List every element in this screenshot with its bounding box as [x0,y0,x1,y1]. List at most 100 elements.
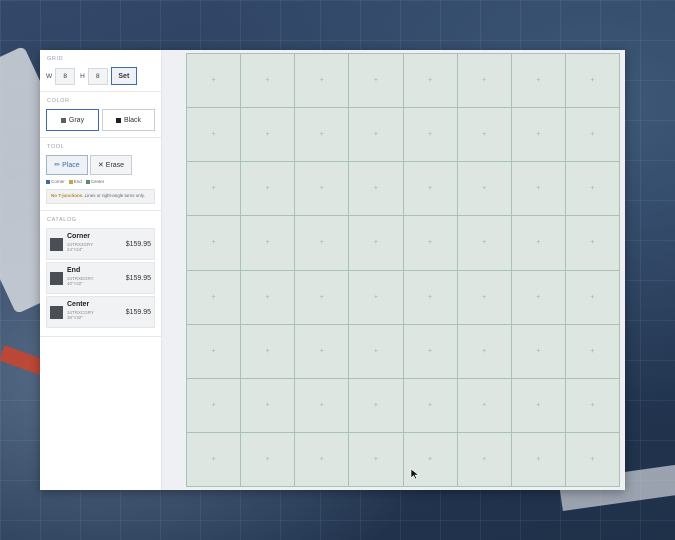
catalog-item-size: 36"×32" [67,314,83,320]
grid-cell[interactable]: + [565,432,619,486]
grid-cell[interactable]: + [295,54,349,108]
grid-cell[interactable]: + [457,54,511,108]
grid-cell[interactable]: + [295,162,349,216]
grid-cell[interactable]: + [349,432,403,486]
grid-cell[interactable]: + [457,270,511,324]
grid-cell[interactable]: + [295,432,349,486]
black-color-label: Black [123,116,142,124]
grid-cell[interactable]: + [565,270,619,324]
grid-cell[interactable]: + [187,378,241,432]
grid-cell[interactable]: + [187,432,241,486]
grid-cell[interactable]: + [511,432,565,486]
grid-cell[interactable]: + [187,270,241,324]
catalog-section-title: CATALOG [47,216,77,223]
grid-cell[interactable]: + [457,324,511,378]
grid-cell[interactable]: + [295,324,349,378]
grid-cell[interactable]: + [511,54,565,108]
corner-thumbnail [50,237,63,251]
grid-cell[interactable]: + [403,108,457,162]
catalog-item-sku: 34TRX2GRY [67,241,94,247]
catalog-item-sku: 34TRXCGRY [67,309,94,315]
grid-cell[interactable]: + [565,162,619,216]
grid-cell[interactable]: + [511,216,565,270]
grid-cell[interactable]: + [457,432,511,486]
grid-cell[interactable]: + [403,54,457,108]
grid-cell[interactable]: + [241,324,295,378]
legend-end: End [68,179,82,184]
piece-legend: Corner End Center [46,179,155,184]
grid-cell[interactable]: + [403,162,457,216]
grid-cell[interactable]: + [187,324,241,378]
catalog-item-sku: 34TRXEGRY [67,275,94,281]
black-swatch-icon [115,117,121,123]
set-button[interactable]: Set [110,67,137,85]
grid-cell[interactable]: + [241,54,295,108]
grid-cell[interactable]: + [187,162,241,216]
black-color-button[interactable]: Black [102,109,155,131]
grid-cell[interactable]: + [457,216,511,270]
layout-board[interactable]: + + + + + + + + + + + + + + + + + + + + + + + + + + + + + + + + + + + + + + + +… [186,53,620,487]
grid-cell[interactable]: + [241,108,295,162]
grid-cell[interactable]: + [511,108,565,162]
grid-cell[interactable]: + [295,108,349,162]
grid-cell[interactable]: + [511,324,565,378]
grid-cell[interactable]: + [403,324,457,378]
grid-cell[interactable]: + [565,108,619,162]
grid-cell[interactable]: + [187,108,241,162]
grid-cell[interactable]: + [187,216,241,270]
rule-note-text: Lines or right-angle turns only. [83,193,145,198]
legend-corner: Corner [46,179,65,184]
place-tool-button[interactable]: ✏ Place [46,155,88,175]
end-thumbnail [50,271,63,285]
rule-note-bold: No T-junctions. [51,193,84,198]
width-input[interactable]: 8 [55,67,76,85]
catalog-item-price: $159.95 [125,274,151,282]
grid-cell[interactable]: + [349,54,403,108]
center-thumbnail [50,305,63,319]
grid-cell[interactable]: + [349,162,403,216]
grid-section: GRID W 8 H 8 Set [40,50,161,92]
grid-cell[interactable]: + [241,270,295,324]
grid-cell[interactable]: + [241,216,295,270]
height-label: H [80,72,85,80]
grid-cell[interactable]: + [241,432,295,486]
grid-cell[interactable]: + [349,378,403,432]
sidebar: GRID W 8 H 8 Set COLOR Gray Black TOOL ✏… [40,50,162,490]
tool-section-title: TOOL [47,144,65,150]
grid-cell[interactable]: + [349,216,403,270]
grid-cell[interactable]: + [349,108,403,162]
catalog-item-center[interactable]: Center 34TRXCGRY 36"×32" $159.95 [46,295,155,328]
grid-cell[interactable]: + [565,54,619,108]
grid-cell[interactable]: + [565,324,619,378]
gray-swatch-icon [60,117,66,123]
catalog-item-corner[interactable]: Corner 34TRX2GRY 24"×24" $159.95 [46,227,155,260]
erase-tool-label: Erase [105,161,125,169]
grid-cell[interactable]: + [511,162,565,216]
grid-cell[interactable]: + [295,378,349,432]
grid-cell[interactable]: + [349,324,403,378]
catalog-item-name: Center [67,300,90,308]
erase-tool-button[interactable]: ✕ Erase [90,155,132,175]
grid-cell[interactable]: + [511,378,565,432]
catalog-item-price: $159.95 [125,308,151,316]
canvas-area: + + + + + + + + + + + + + + + + + + + + + + + + + + + + + + + + + + + + + + + +… [162,50,625,490]
grid-cell[interactable]: + [565,378,619,432]
grid-cell[interactable]: + [511,270,565,324]
grid-cell[interactable]: + [403,216,457,270]
catalog-item-end[interactable]: End 34TRXEGRY 40"×32" $159.95 [46,261,155,294]
grid-cell[interactable]: + [187,54,241,108]
grid-cell[interactable]: + [457,108,511,162]
grid-cell[interactable]: + [457,378,511,432]
gray-color-button[interactable]: Gray [46,109,99,131]
catalog-item-name: Corner [67,232,90,240]
grid-cell[interactable]: + [349,270,403,324]
grid-cell[interactable]: + [457,162,511,216]
grid-cell[interactable]: + [241,162,295,216]
grid-cell[interactable]: + [565,216,619,270]
grid-cell[interactable]: + [403,270,457,324]
grid-cell[interactable]: + [241,378,295,432]
grid-cell[interactable]: + [295,270,349,324]
grid-cell[interactable]: + [403,378,457,432]
grid-cell[interactable]: + [295,216,349,270]
height-input[interactable]: 8 [87,67,108,85]
